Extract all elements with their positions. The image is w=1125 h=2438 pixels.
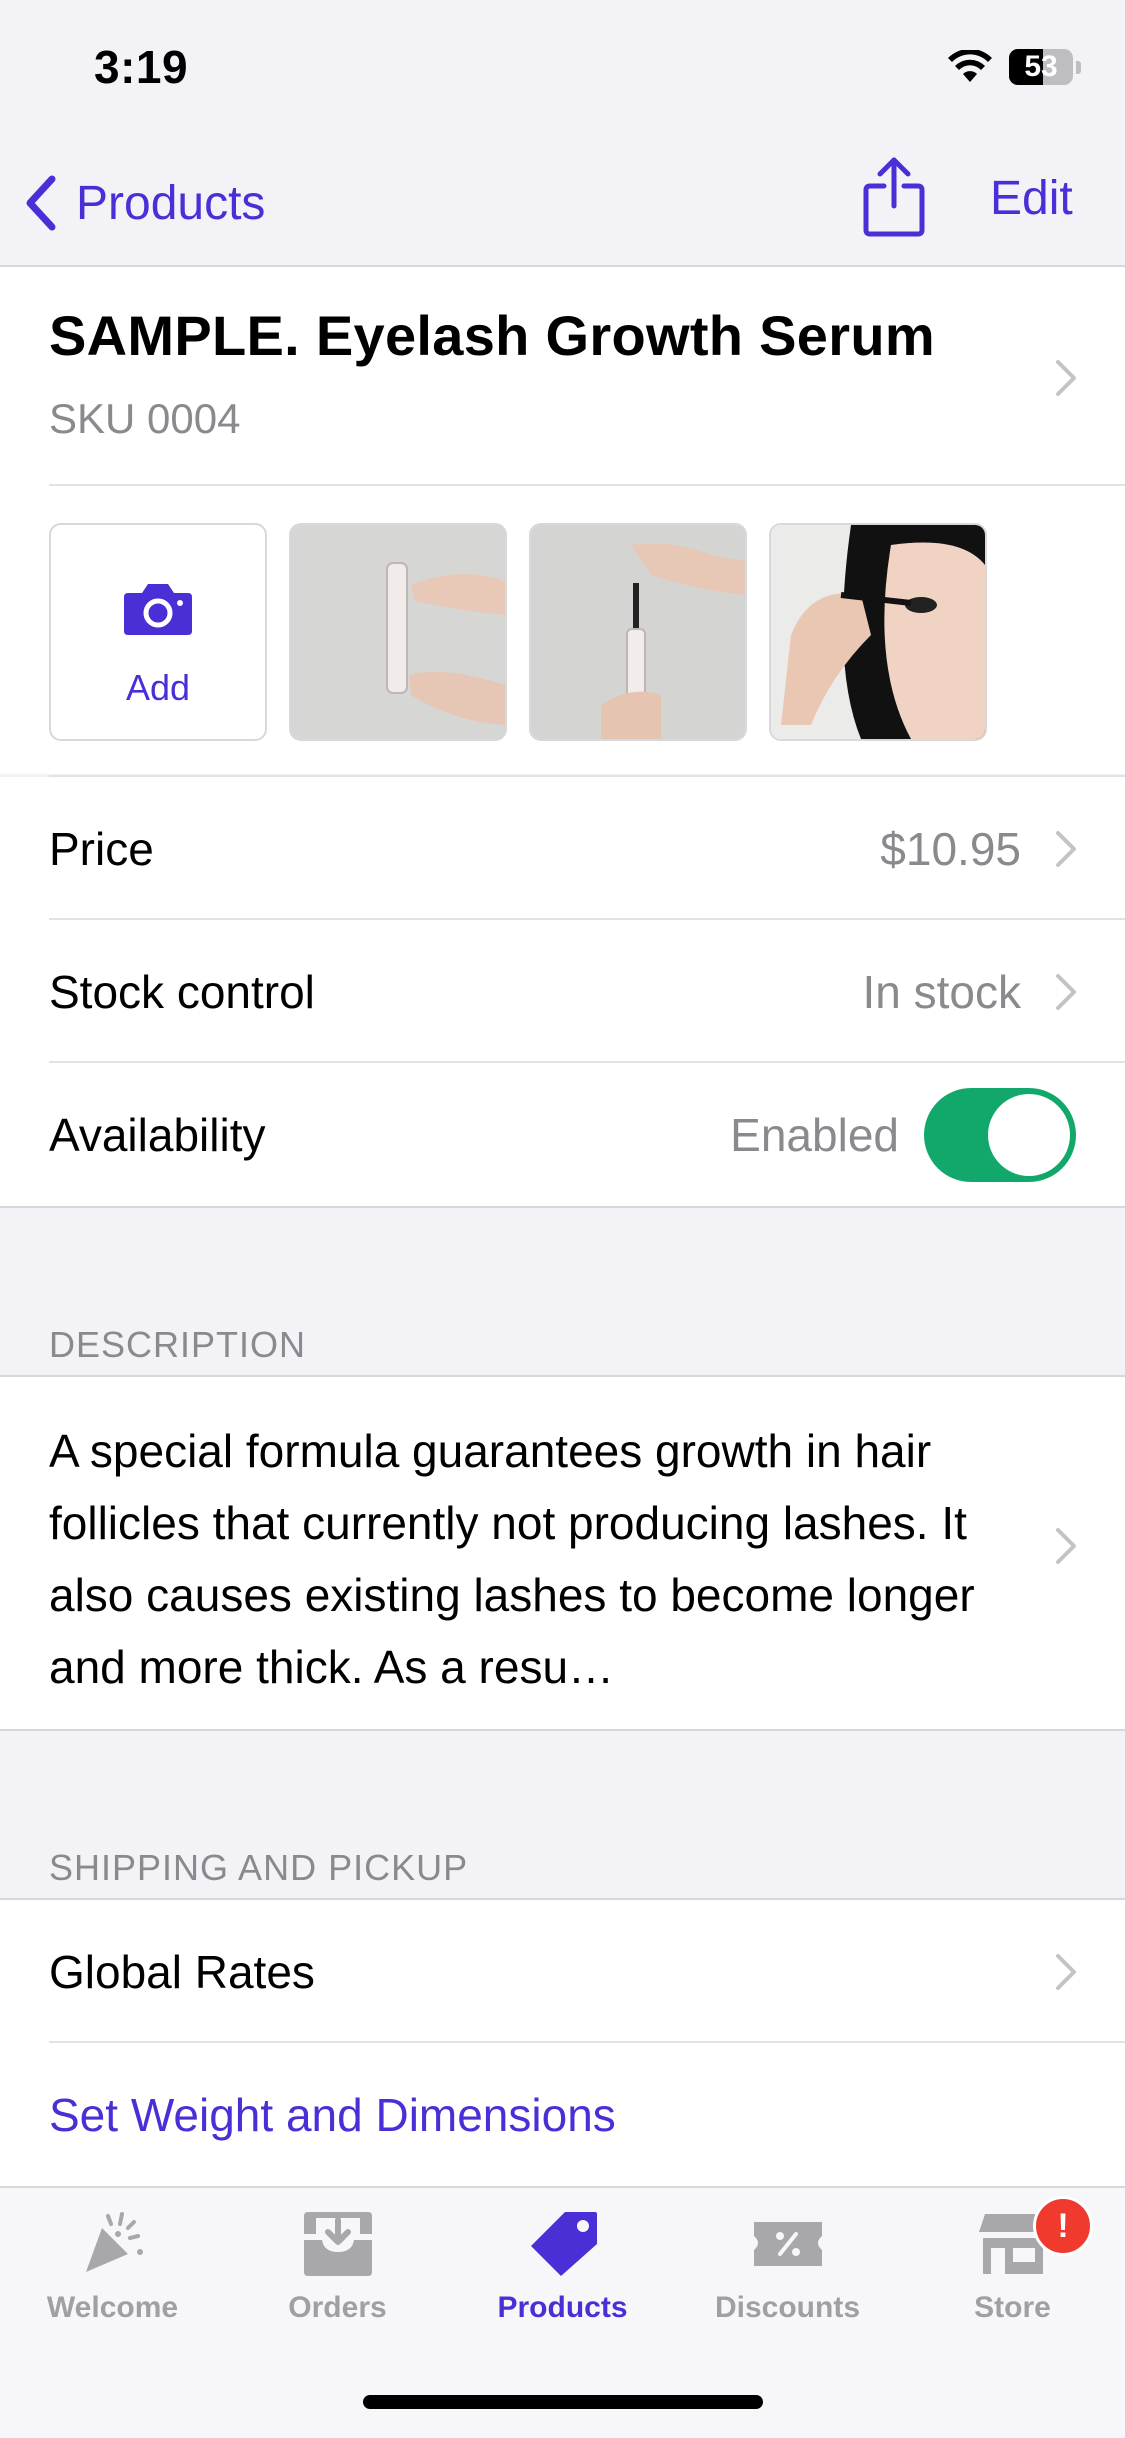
camera-icon <box>124 584 192 635</box>
tab-orders[interactable]: Orders <box>225 2208 450 2325</box>
product-photo-3[interactable] <box>769 523 987 741</box>
product-photo-2-image <box>531 525 745 739</box>
tab-label-store: Store <box>974 2291 1051 2324</box>
status-time: 3:19 <box>94 41 189 93</box>
product-sku: SKU 0004 <box>49 395 241 442</box>
chevron-left-icon <box>26 175 56 231</box>
tab-products[interactable]: Products <box>450 2208 675 2325</box>
description-text: A special formula guarantees growth in h… <box>49 1425 975 1693</box>
product-photo-1[interactable] <box>289 523 507 741</box>
stock-control-label: Stock control <box>49 965 315 1018</box>
party-popper-icon <box>85 2212 143 2272</box>
edit-button[interactable]: Edit <box>990 171 1073 226</box>
price-tag-icon <box>530 2212 597 2276</box>
share-icon[interactable] <box>862 154 926 238</box>
availability-toggle[interactable] <box>924 1087 1076 1182</box>
set-weight-link[interactable]: Set Weight and Dimensions <box>49 2088 616 2142</box>
set-weight-row[interactable]: Set Weight and Dimensions <box>0 2043 1125 2186</box>
product-title: SAMPLE. Eyelash Growth Serum <box>49 304 935 367</box>
status-bar: 3:19 53 <box>0 0 1125 140</box>
tab-welcome[interactable]: Welcome <box>0 2208 225 2325</box>
store-notification-badge: ! <box>1033 2196 1093 2256</box>
chevron-right-icon <box>1056 1528 1076 1564</box>
product-photo-3-image <box>771 525 985 739</box>
availability-row: Availability Enabled <box>0 1063 1125 1208</box>
stock-control-row[interactable]: Stock control In stock <box>0 920 1125 1063</box>
tab-label-products: Products <box>497 2291 628 2324</box>
tab-label-orders: Orders <box>288 2291 387 2324</box>
description-header: DESCRIPTION <box>49 1324 307 1365</box>
price-value: $10.95 <box>880 822 1021 875</box>
shipping-header: SHIPPING AND PICKUP <box>49 1847 469 1888</box>
chevron-right-icon <box>1056 360 1076 396</box>
add-photo-button[interactable]: Add <box>49 523 267 741</box>
stock-control-value: In stock <box>862 965 1021 1018</box>
back-button[interactable]: Products <box>24 168 265 238</box>
inbox-tray-icon <box>303 2212 372 2276</box>
battery-tip <box>1076 61 1081 74</box>
wifi-icon <box>948 50 992 82</box>
battery-level: 53 <box>1024 50 1058 83</box>
back-label: Products <box>76 176 266 230</box>
description-section-header: DESCRIPTION <box>0 1302 1125 1377</box>
chevron-right-icon <box>1056 973 1076 1010</box>
price-row[interactable]: Price $10.95 <box>0 777 1125 920</box>
product-title-row[interactable]: SAMPLE. Eyelash Growth Serum SKU 0004 <box>0 267 1125 486</box>
chevron-right-icon <box>1056 1953 1076 1990</box>
availability-label: Availability <box>49 1108 266 1161</box>
battery-icon: 53 <box>1009 49 1073 85</box>
chevron-right-icon <box>1056 830 1076 867</box>
product-photo-2[interactable] <box>529 523 747 741</box>
global-rates-label: Global Rates <box>49 1945 315 1998</box>
shipping-section-header: SHIPPING AND PICKUP <box>0 1825 1125 1900</box>
description-row[interactable]: A special formula guarantees growth in h… <box>0 1377 1125 1731</box>
add-photo-label: Add <box>125 667 191 708</box>
home-indicator <box>363 2395 763 2409</box>
availability-value: Enabled <box>730 1108 899 1161</box>
price-label: Price <box>49 822 154 875</box>
tab-discounts[interactable]: Discounts <box>675 2208 900 2325</box>
coupon-icon <box>753 2222 822 2266</box>
tab-label-discounts: Discounts <box>714 2291 861 2324</box>
product-photo-1-image <box>291 525 505 739</box>
tab-label-welcome: Welcome <box>46 2291 179 2324</box>
navigation-bar: Products Edit <box>0 140 1125 267</box>
toggle-knob <box>988 1093 1070 1176</box>
global-rates-row[interactable]: Global Rates <box>0 1900 1125 2043</box>
